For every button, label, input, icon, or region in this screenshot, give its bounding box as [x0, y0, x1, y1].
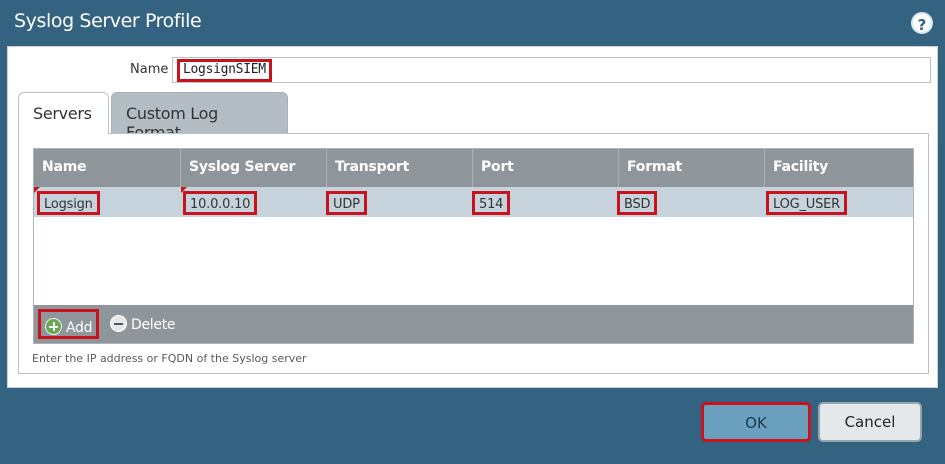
column-header-name[interactable]: Name: [34, 149, 181, 187]
table-toolbar: Add Delete: [34, 305, 913, 343]
column-header-facility[interactable]: Facility: [765, 149, 913, 187]
dialog-title: Syslog Server Profile: [14, 10, 202, 32]
syslog-server-profile-dialog: Syslog Server Profile ? Name LogsignSIEM…: [0, 0, 945, 464]
add-button[interactable]: Add: [38, 309, 100, 339]
edited-marker-icon: [34, 187, 40, 193]
column-header-port[interactable]: Port: [473, 149, 619, 187]
tab-custom-log-format[interactable]: Custom Log Format: [111, 92, 288, 142]
cell-facility[interactable]: LOG_USER: [766, 191, 847, 215]
question-circle-icon[interactable]: ?: [911, 12, 933, 34]
servers-table: Name Syslog Server Transport Port Format…: [33, 148, 914, 344]
ok-button[interactable]: OK: [701, 402, 811, 442]
cancel-button[interactable]: Cancel: [818, 402, 922, 442]
add-button-label: Add: [66, 320, 93, 336]
table-row[interactable]: Logsign 10.0.0.10 UDP 514 BSD LOG_USER: [34, 187, 913, 217]
dialog-body: Name LogsignSIEM Servers Custom Log Form…: [7, 46, 938, 388]
name-input[interactable]: LogsignSIEM: [172, 57, 931, 83]
column-header-format[interactable]: Format: [619, 149, 765, 187]
dialog-titlebar: Syslog Server Profile ?: [0, 0, 945, 46]
delete-button-label: Delete: [131, 317, 176, 333]
cell-syslog-server[interactable]: 10.0.0.10: [183, 191, 258, 215]
servers-tab-panel: Name Syslog Server Transport Port Format…: [18, 133, 929, 374]
plus-circle-icon: [45, 318, 62, 335]
name-input-value: LogsignSIEM: [177, 59, 272, 82]
minus-circle-icon: [110, 315, 127, 332]
cell-port[interactable]: 514: [472, 191, 511, 215]
delete-button[interactable]: Delete: [106, 309, 179, 339]
edited-marker-icon: [181, 187, 187, 193]
cell-transport[interactable]: UDP: [326, 191, 367, 215]
cell-name[interactable]: Logsign: [37, 191, 100, 215]
help-hint-text: Enter the IP address or FQDN of the Sysl…: [32, 352, 307, 365]
tab-servers[interactable]: Servers: [18, 92, 109, 134]
column-header-syslog-server[interactable]: Syslog Server: [181, 149, 327, 187]
column-header-transport[interactable]: Transport: [327, 149, 473, 187]
cell-format[interactable]: BSD: [617, 191, 658, 215]
name-label: Name: [130, 62, 169, 77]
table-header: Name Syslog Server Transport Port Format…: [34, 149, 913, 187]
